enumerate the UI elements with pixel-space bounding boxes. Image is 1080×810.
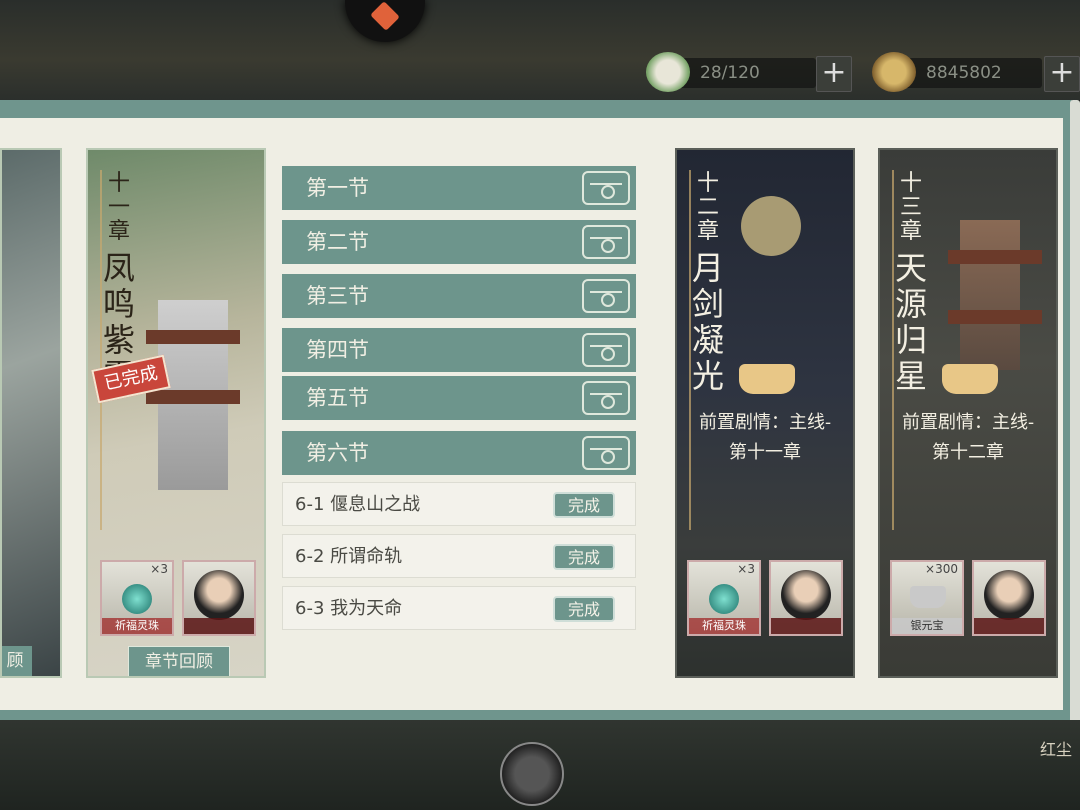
- reward-label: [974, 618, 1044, 634]
- reward-item[interactable]: ×3 祈福灵珠: [687, 560, 761, 636]
- add-stamina-button[interactable]: +: [816, 56, 852, 92]
- chapter-review-button[interactable]: 章节回顾: [128, 646, 230, 676]
- spirit-orb-icon: [122, 584, 152, 614]
- section-row[interactable]: 第二节: [282, 220, 636, 264]
- stamina-counter: 28/120 +: [646, 52, 852, 92]
- complete-badge: 完成: [553, 492, 615, 518]
- chapter-number: 十二章: [696, 171, 719, 244]
- pagoda-illustration: [948, 220, 1042, 370]
- treasure-chest-icon[interactable]: [582, 381, 630, 415]
- chapter-review-button-previous[interactable]: 顾: [2, 646, 32, 676]
- chapter-card-previous[interactable]: 顾: [0, 148, 62, 678]
- character-portrait-icon: [984, 570, 1034, 620]
- chapter-name: 月剑凝光: [691, 249, 724, 395]
- silver-value: 8845802: [926, 63, 1002, 83]
- reward-item[interactable]: [769, 560, 843, 636]
- reward-label: [771, 618, 841, 634]
- prerequisite-text: 前置剧情：主线- 第十二章: [880, 408, 1056, 468]
- bottom-right-label[interactable]: 红尘: [1040, 736, 1072, 760]
- treasure-chest-icon[interactable]: [582, 333, 630, 367]
- chapter-title: 十二章 月剑凝光: [691, 171, 725, 395]
- scrollbar[interactable]: [1070, 100, 1080, 728]
- subsection-label: 6-3 我为天命: [295, 598, 403, 619]
- silver-ingot-icon: [910, 586, 946, 608]
- complete-badge: 完成: [553, 544, 615, 570]
- section-label: 第六节: [306, 441, 369, 465]
- add-silver-button[interactable]: +: [1044, 56, 1080, 92]
- lock-icon: [942, 364, 998, 394]
- section-row[interactable]: 第五节: [282, 376, 636, 420]
- reward-item[interactable]: [182, 560, 256, 636]
- prerequisite-line: 前置剧情：主线-: [901, 412, 1035, 433]
- reward-label: 银元宝: [892, 618, 962, 634]
- section-row[interactable]: 第四节: [282, 328, 636, 372]
- pagoda-illustration: [146, 300, 240, 490]
- complete-badge: 完成: [553, 596, 615, 622]
- section-label: 第一节: [306, 176, 369, 200]
- chapter-card-11[interactable]: 十一章 凤鸣紫霄 已完成 ×3 祈福灵珠 章节回顾: [86, 148, 266, 678]
- section-label: 第四节: [306, 338, 369, 362]
- section-label: 第五节: [306, 386, 369, 410]
- reward-count: ×3: [737, 562, 755, 576]
- reward-count: ×3: [150, 562, 168, 576]
- treasure-chest-icon[interactable]: [582, 436, 630, 470]
- reward-label: 祈福灵珠: [689, 618, 759, 634]
- reward-count: ×300: [925, 562, 958, 576]
- spirit-orb-icon: [709, 584, 739, 614]
- peach-icon: [646, 52, 690, 92]
- subsection-row[interactable]: 6-3 我为天命 完成: [282, 586, 636, 630]
- section-row[interactable]: 第三节: [282, 274, 636, 318]
- lock-icon: [739, 364, 795, 394]
- section-label: 第二节: [306, 230, 369, 254]
- player-avatar[interactable]: [500, 742, 564, 806]
- moon-illustration: [741, 196, 801, 256]
- chapter-name: 天源归星: [894, 249, 927, 395]
- treasure-chest-icon[interactable]: [582, 171, 630, 205]
- subsection-label: 6-1 偃息山之战: [295, 494, 421, 515]
- chapter-title: 十三章 天源归星: [894, 171, 928, 395]
- character-portrait-icon: [781, 570, 831, 620]
- prerequisite-chapter: 第十一章: [729, 442, 801, 463]
- chapter-number: 十三章: [899, 171, 922, 244]
- reward-item[interactable]: ×3 祈福灵珠: [100, 560, 174, 636]
- treasure-chest-icon[interactable]: [582, 225, 630, 259]
- reward-item[interactable]: [972, 560, 1046, 636]
- subsection-label: 6-2 所谓命轨: [295, 546, 403, 567]
- stamina-value: 28/120: [700, 63, 760, 83]
- chapter-card-12[interactable]: 十二章 月剑凝光 前置剧情：主线- 第十一章 ×3 祈福灵珠: [675, 148, 855, 678]
- reward-label: 祈福灵珠: [102, 618, 172, 634]
- section-label: 第三节: [306, 284, 369, 308]
- treasure-chest-icon[interactable]: [582, 279, 630, 313]
- prerequisite-line: 前置剧情：主线-: [698, 412, 832, 433]
- prerequisite-chapter: 第十二章: [932, 442, 1004, 463]
- reward-label: [184, 618, 254, 634]
- reward-item[interactable]: ×300 银元宝: [890, 560, 964, 636]
- subsection-row[interactable]: 6-2 所谓命轨 完成: [282, 534, 636, 578]
- subsection-row[interactable]: 6-1 偃息山之战 完成: [282, 482, 636, 526]
- character-portrait-icon: [194, 570, 244, 620]
- chapter-card-13[interactable]: 十三章 天源归星 前置剧情：主线- 第十二章 ×300 银元宝: [878, 148, 1058, 678]
- chapter-number: 十一章: [107, 171, 130, 244]
- section-row[interactable]: 第一节: [282, 166, 636, 210]
- section-row[interactable]: 第六节: [282, 431, 636, 475]
- silver-ingot-icon: [872, 52, 916, 92]
- silver-counter: 8845802 +: [872, 52, 1080, 92]
- prerequisite-text: 前置剧情：主线- 第十一章: [677, 408, 853, 468]
